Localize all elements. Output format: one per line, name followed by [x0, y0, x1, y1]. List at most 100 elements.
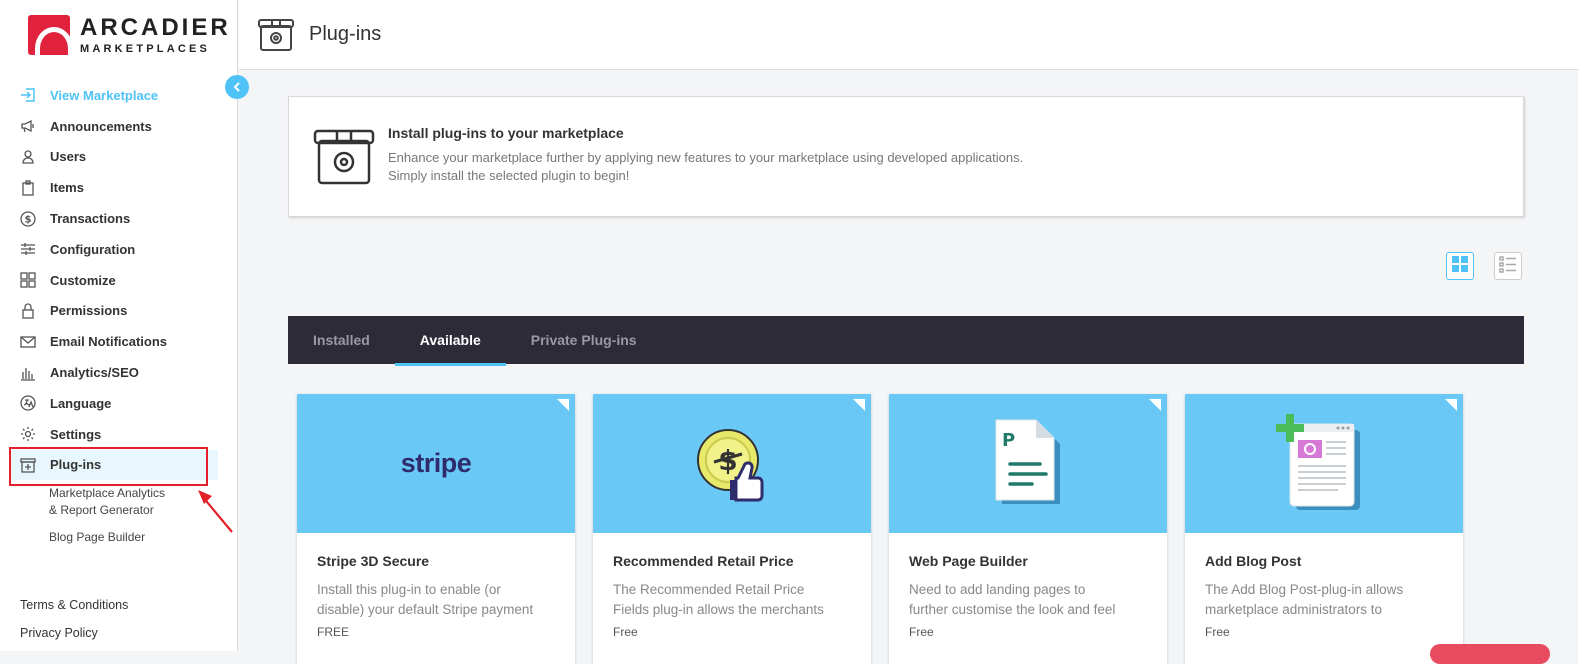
list-icon — [1499, 255, 1517, 278]
clipboard-icon — [20, 180, 36, 196]
card-price: Free — [909, 625, 934, 639]
dollar-icon: $ — [20, 210, 36, 227]
annotation-arrow-icon — [198, 490, 233, 533]
sidebar: ARCADIER MARKETPLACES View Marketplace A… — [0, 0, 238, 651]
card-description-line: disable) your default Stripe payment — [317, 602, 534, 617]
web-page-document-icon: P — [995, 419, 1060, 504]
card-header — [1185, 394, 1463, 533]
list-view-button[interactable] — [1494, 252, 1522, 280]
annotation-highlight-box — [9, 447, 208, 486]
sidebar-item-label: Email Notifications — [50, 334, 168, 350]
stripe-logo: stripe — [400, 448, 472, 478]
chevron-left-icon — [232, 79, 242, 95]
card-description: The Add Blog Post-plug-in allows marketp… — [1205, 580, 1443, 620]
megaphone-icon — [20, 118, 36, 134]
card-title: Web Page Builder — [909, 553, 1028, 569]
plugin-card-list: stripe Stripe 3D Secure Install this plu… — [297, 394, 1463, 664]
logo-text-line1: ARCADIER — [80, 13, 231, 41]
sidebar-item-permissions[interactable]: Permissions — [0, 296, 237, 327]
translate-icon — [20, 395, 36, 412]
user-icon — [20, 149, 36, 165]
card-description: Need to add landing pages to further cus… — [909, 580, 1147, 620]
card-description: The Recommended Retail Price Fields plug… — [613, 580, 851, 620]
sidebar-item-label: Language — [50, 395, 112, 411]
sidebar-item-label: Transactions — [50, 211, 131, 227]
sidebar-item-items[interactable]: Items — [0, 172, 237, 203]
sidebar-item-label: Items — [50, 180, 84, 196]
plugin-card[interactable]: P Web Page Builder Need to add landing p… — [889, 394, 1167, 664]
mail-icon — [20, 334, 36, 350]
corner-fold-icon — [1149, 399, 1161, 411]
card-description-line: The Add Blog Post-plug-in allows — [1205, 582, 1404, 597]
card-description-line: further customise the look and feel — [909, 602, 1116, 617]
sidebar-item-label: Analytics/SEO — [50, 365, 139, 381]
page-header: Plug-ins — [239, 0, 1578, 70]
card-title: Add Blog Post — [1205, 553, 1302, 569]
chat-widget-button[interactable] — [1430, 644, 1550, 664]
card-description: Install this plug-in to enable (or disab… — [317, 580, 555, 620]
privacy-link[interactable]: Privacy Policy — [20, 626, 128, 640]
card-description-line: Need to add landing pages to — [909, 582, 1086, 597]
corner-fold-icon — [1445, 399, 1457, 411]
card-price: Free — [1205, 625, 1230, 639]
svg-text:$: $ — [25, 214, 32, 225]
corner-fold-icon — [557, 399, 569, 411]
intro-panel: Install plug-ins to your marketplace Enh… — [288, 96, 1524, 217]
plugin-card[interactable]: $ Recommended Retail Price The Recommend… — [593, 394, 871, 664]
grid-view-button[interactable] — [1446, 252, 1474, 280]
sidebar-item-label: Customize — [50, 272, 116, 288]
card-header: P — [889, 394, 1167, 533]
page-letter: P — [1002, 430, 1015, 451]
page-title: Plug-ins — [309, 23, 382, 45]
coin-thumbs-up-icon: $ — [697, 428, 764, 501]
sidebar-item-configuration[interactable]: Configuration — [0, 234, 237, 265]
sidebar-collapse-button[interactable] — [225, 75, 249, 99]
sidebar-item-label: Announcements — [50, 118, 152, 134]
intro-heading: Install plug-ins to your marketplace — [388, 125, 624, 141]
sidebar-item-label: Settings — [50, 426, 102, 442]
card-price: Free — [613, 625, 638, 639]
grid-icon — [1451, 255, 1469, 278]
plugin-box-icon — [258, 18, 294, 51]
sidebar-footer: Terms & Conditions Privacy Policy — [20, 598, 128, 654]
tab-installed[interactable]: Installed — [288, 316, 395, 364]
card-header: $ — [593, 394, 871, 533]
sidebar-item-label: Configuration — [50, 241, 136, 257]
card-price: FREE — [317, 625, 350, 639]
corner-fold-icon — [853, 399, 865, 411]
arcadier-logo-mark-icon — [28, 15, 70, 55]
sidebar-item-customize[interactable]: Customize — [0, 265, 237, 296]
card-header: stripe — [297, 394, 575, 533]
intro-text-line2: Simply install the selected plugin to be… — [388, 168, 630, 183]
plugin-card[interactable]: Add Blog Post The Add Blog Post-plug-in … — [1185, 394, 1463, 664]
card-description-line: Install this plug-in to enable (or — [317, 582, 501, 597]
tab-private-plug-ins[interactable]: Private Plug-ins — [506, 316, 662, 364]
bar-chart-icon — [20, 365, 36, 381]
gear-icon — [20, 426, 36, 442]
intro-text-line1: Enhance your marketplace further by appl… — [388, 150, 1024, 165]
enter-icon — [20, 87, 36, 103]
plugin-box-icon — [313, 129, 375, 185]
card-description-line: Fields plug-in allows the merchants — [613, 602, 824, 617]
terms-link[interactable]: Terms & Conditions — [20, 598, 128, 612]
sidebar-item-transactions[interactable]: $ Transactions — [0, 203, 237, 234]
sidebar-item-users[interactable]: Users — [0, 142, 237, 173]
add-blog-post-icon — [1276, 413, 1360, 510]
sliders-icon — [20, 241, 36, 257]
tab-available[interactable]: Available — [394, 316, 506, 366]
sidebar-item-label: Permissions — [50, 303, 128, 319]
arcadier-logo[interactable]: ARCADIER MARKETPLACES — [28, 14, 231, 56]
sidebar-item-settings[interactable]: Settings — [0, 419, 237, 450]
card-description-line: The Recommended Retail Price — [613, 582, 805, 597]
card-title: Recommended Retail Price — [613, 553, 794, 569]
sidebar-item-view-marketplace[interactable]: View Marketplace — [0, 80, 237, 111]
sidebar-item-label: View Marketplace — [50, 87, 159, 103]
sidebar-item-analytics-seo[interactable]: Analytics/SEO — [0, 357, 237, 388]
plugin-card[interactable]: stripe Stripe 3D Secure Install this plu… — [297, 394, 575, 664]
grid-icon — [20, 272, 36, 288]
card-description-line: marketplace administrators to — [1205, 602, 1383, 617]
plugin-tabs: Installed Available Private Plug-ins — [288, 316, 1524, 366]
sidebar-item-language[interactable]: Language — [0, 388, 237, 419]
sidebar-item-announcements[interactable]: Announcements — [0, 111, 237, 142]
sidebar-item-email-notifications[interactable]: Email Notifications — [0, 326, 237, 357]
